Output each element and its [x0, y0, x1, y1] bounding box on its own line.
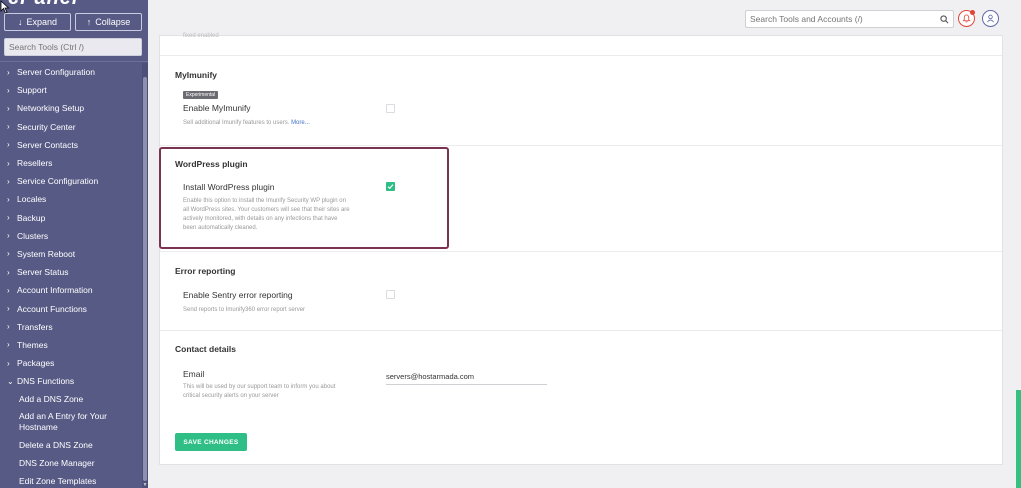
experimental-badge: Experimental	[183, 91, 219, 99]
email-field[interactable]	[386, 369, 547, 385]
sidebar-subitem-add-dns-zone[interactable]: Add a DNS Zone	[0, 390, 142, 408]
chevron-right-icon: ›	[7, 213, 10, 223]
chevron-right-icon: ›	[7, 176, 10, 186]
sidebar-subitem-delete-dns-zone[interactable]: Delete a DNS Zone	[0, 436, 142, 454]
sidebar-divider	[0, 61, 148, 62]
expand-collapse-group: ↓ Expand ↑ Collapse	[4, 13, 142, 33]
chevron-right-icon: ›	[7, 285, 10, 295]
chevron-right-icon: ›	[7, 249, 10, 259]
collapse-label: Collapse	[95, 17, 131, 27]
sidebar-item-system-reboot[interactable]: › System Reboot	[0, 245, 142, 263]
arrow-down-icon: ↓	[17, 17, 23, 27]
myimunify-title: MyImunify	[175, 70, 218, 80]
global-search	[745, 10, 954, 28]
sidebar-item-locales[interactable]: › Locales	[0, 190, 142, 208]
sidebar-item-account-information[interactable]: › Account Information	[0, 281, 142, 299]
sidebar-item-dns-functions[interactable]: ⌄ DNS Functions	[0, 372, 142, 390]
mouse-cursor-icon	[0, 0, 10, 14]
logo-text: cPanel	[8, 0, 78, 8]
sidebar-item-themes[interactable]: › Themes	[0, 336, 142, 354]
sidebar-item-support[interactable]: › Support	[0, 81, 142, 99]
error-reporting-description: Send reports to Imunify360 error report …	[183, 307, 306, 313]
global-search-input[interactable]	[746, 13, 937, 25]
sidebar-item-transfers[interactable]: › Transfers	[0, 318, 142, 336]
sidebar-item-security-center[interactable]: › Security Center	[0, 118, 142, 136]
collapse-button[interactable]: ↑ Collapse	[75, 13, 142, 31]
expand-label: Expand	[26, 17, 58, 27]
myimunify-description: Sell additional Imunify features to user…	[183, 120, 310, 126]
chevron-right-icon: ›	[7, 158, 10, 168]
section-divider	[160, 145, 1002, 146]
sidebar-item-server-contacts[interactable]: › Server Contacts	[0, 136, 142, 154]
wordpress-plugin-highlight	[159, 147, 449, 249]
sidebar-subitem-edit-zone-templates[interactable]: Edit Zone Templates	[0, 472, 142, 488]
chevron-right-icon: ›	[7, 231, 10, 241]
right-edge-accent	[1016, 390, 1021, 488]
user-menu-button[interactable]	[982, 10, 999, 27]
settings-card: fixed enabled MyImunify Experimental Ena…	[159, 33, 1003, 465]
logo[interactable]: cPanel	[0, 0, 148, 8]
sidebar-item-packages[interactable]: › Packages	[0, 354, 142, 372]
enable-sentry-checkbox[interactable]	[386, 290, 395, 299]
chevron-right-icon: ›	[7, 340, 10, 350]
cut-off-description: fixed enabled	[183, 33, 219, 39]
contact-description: This will be used by our support team to…	[183, 384, 336, 399]
section-divider	[160, 55, 1002, 56]
notification-dot	[970, 10, 975, 15]
sidebar: cPanel ↓ Expand ↑ Collapse ›Server Confi…	[0, 0, 148, 488]
chevron-right-icon: ›	[7, 103, 10, 113]
sidebar-item-server-status[interactable]: › Server Status	[0, 263, 142, 281]
notifications-button[interactable]	[958, 10, 975, 27]
chevron-right-icon: ›	[7, 304, 10, 314]
section-divider	[160, 330, 1002, 331]
myimunify-more-link[interactable]: More...	[291, 120, 310, 126]
enable-myimunify-checkbox[interactable]	[386, 104, 395, 113]
scrollbar-thumb[interactable]	[143, 77, 147, 481]
sidebar-nav: › Server Configuration › Support › Networki…	[0, 63, 142, 488]
sidebar-subitem-dns-zone-manager[interactable]: DNS Zone Manager	[0, 454, 142, 472]
save-changes-button[interactable]: SAVE CHANGES	[175, 433, 247, 451]
sidebar-item-account-functions[interactable]: › Account Functions	[0, 299, 142, 317]
sidebar-item-clusters[interactable]: › Clusters	[0, 227, 142, 245]
chevron-right-icon: ›	[7, 194, 10, 204]
sidebar-item-service-configuration[interactable]: › Service Configuration	[0, 172, 142, 190]
sidebar-item-resellers[interactable]: › Resellers	[0, 154, 142, 172]
email-label: Email	[183, 369, 205, 379]
sidebar-scrollbar[interactable]: ▼	[142, 63, 148, 488]
sidebar-search-input[interactable]	[4, 38, 142, 56]
chevron-right-icon: ›	[7, 85, 10, 95]
sidebar-subitem-add-a-entry[interactable]: Add an A Entry for Your Hostname	[0, 408, 142, 436]
chevron-right-icon: ›	[7, 67, 10, 77]
sidebar-item-server-configuration[interactable]: › Server Configuration	[0, 63, 142, 81]
chevron-right-icon: ›	[7, 140, 10, 150]
bell-icon	[962, 14, 971, 23]
chevron-right-icon: ›	[7, 267, 10, 277]
chevron-down-icon: ⌄	[7, 376, 14, 386]
user-icon	[987, 14, 994, 23]
error-reporting-title: Error reporting	[175, 266, 236, 276]
section-divider	[160, 251, 1002, 252]
chevron-right-icon: ›	[7, 122, 10, 132]
search-icon[interactable]	[937, 12, 951, 26]
enable-sentry-label: Enable Sentry error reporting	[183, 290, 293, 300]
sidebar-item-networking-setup[interactable]: › Networking Setup	[0, 99, 142, 117]
chevron-right-icon: ›	[7, 358, 10, 368]
expand-button[interactable]: ↓ Expand	[4, 13, 71, 31]
arrow-up-icon: ↑	[86, 17, 92, 27]
chevron-right-icon: ›	[7, 322, 10, 332]
enable-myimunify-label: Enable MyImunify	[183, 103, 251, 113]
scroll-down-arrow-icon[interactable]: ▼	[142, 482, 148, 488]
sidebar-item-backup[interactable]: › Backup	[0, 209, 142, 227]
contact-details-title: Contact details	[175, 344, 236, 354]
